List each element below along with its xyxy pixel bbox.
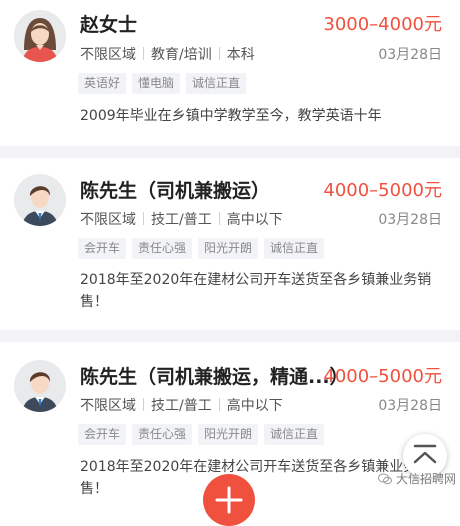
tag-list: 英语好 懂电脑 诚信正直 — [78, 73, 247, 94]
card-separator — [0, 146, 460, 158]
meta-industry: 技工/普工 — [151, 398, 212, 414]
avatar-male — [14, 360, 66, 412]
meta-industry: 技工/普工 — [151, 212, 212, 228]
tag: 责任心强 — [132, 424, 193, 445]
watermark: 大信招聘网 — [377, 470, 456, 487]
candidate-meta: 不限区域 技工/普工 高中以下 — [80, 395, 283, 415]
add-button[interactable] — [203, 474, 255, 526]
expected-salary: 3000–4000元 — [323, 14, 442, 35]
tag-list: 会开车 责任心强 阳光开朗 诚信正直 — [78, 424, 325, 445]
meta-industry: 教育/培训 — [151, 47, 212, 63]
tag: 阳光开朗 — [198, 238, 259, 259]
tag: 会开车 — [78, 424, 127, 445]
meta-education: 高中以下 — [226, 212, 283, 228]
plus-icon — [215, 486, 243, 514]
avatar-male — [14, 174, 66, 226]
avatar-female — [14, 10, 66, 62]
post-date: 03月28日 — [378, 47, 442, 63]
tag-list: 会开车 责任心强 阳光开朗 诚信正直 — [78, 238, 325, 259]
candidate-description: 2018年至2020年在建材公司开车送货至各乡镇兼业务销售！ — [80, 272, 432, 310]
candidate-name: 陈先生（司机兼搬运） — [80, 180, 271, 202]
resume-card[interactable]: 赵女士 3000–4000元 不限区域 教育/培训 本科 03月28日 英语好 懂电… — [0, 0, 460, 146]
meta-region: 不限区域 — [80, 47, 136, 63]
tag: 诚信正直 — [264, 238, 325, 259]
candidate-meta: 不限区域 技工/普工 高中以下 — [80, 209, 283, 229]
wechat-icon — [377, 473, 392, 484]
meta-education: 高中以下 — [226, 398, 283, 414]
meta-region: 不限区域 — [80, 212, 136, 228]
tag: 诚信正直 — [264, 424, 325, 445]
candidate-description: 2009年毕业在乡镇中学教学至今，教学英语十年 — [80, 108, 382, 124]
candidate-name: 陈先生（司机兼搬运，精通...） — [80, 366, 349, 388]
tag: 英语好 — [78, 73, 127, 94]
candidate-name: 赵女士 — [80, 14, 138, 36]
watermark-text: 大信招聘网 — [395, 472, 456, 486]
expected-salary: 4000–5000元 — [323, 366, 442, 387]
tag: 阳光开朗 — [198, 424, 259, 445]
post-date: 03月28日 — [378, 212, 442, 228]
tag: 责任心强 — [132, 238, 193, 259]
tag: 会开车 — [78, 238, 127, 259]
meta-education: 本科 — [226, 47, 255, 63]
tag: 懂电脑 — [132, 73, 181, 94]
card-separator — [0, 330, 460, 342]
tag: 诚信正直 — [186, 73, 247, 94]
expected-salary: 4000–5000元 — [323, 180, 442, 201]
meta-region: 不限区域 — [80, 398, 136, 414]
post-date: 03月28日 — [378, 398, 442, 414]
resume-card[interactable]: 陈先生（司机兼搬运） 4000–5000元 不限区域 技工/普工 高中以下 03月2… — [0, 158, 460, 330]
candidate-meta: 不限区域 教育/培训 本科 — [80, 44, 255, 64]
